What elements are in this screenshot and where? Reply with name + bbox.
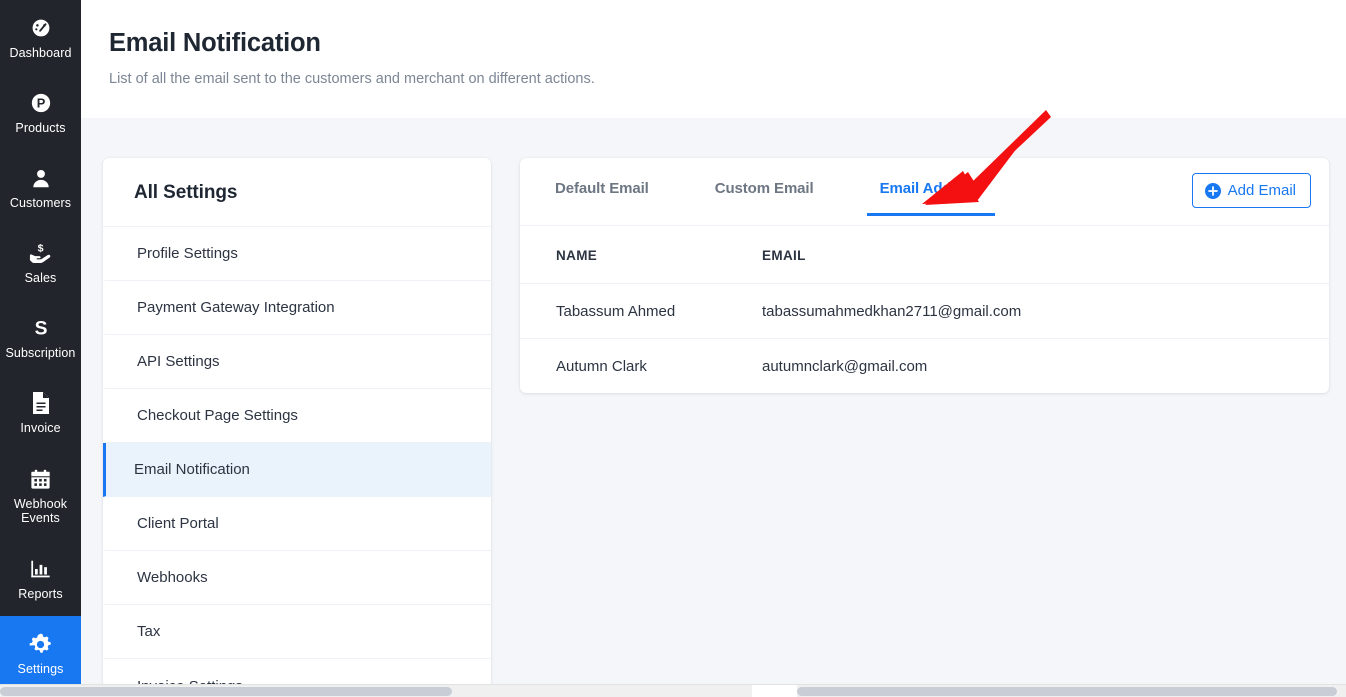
svg-text:S: S bbox=[34, 318, 47, 339]
page-subtitle: List of all the email sent to the custom… bbox=[109, 71, 595, 87]
sidebar-item-invoice[interactable]: Invoice bbox=[0, 375, 81, 450]
settings-item-client-portal[interactable]: Client Portal bbox=[103, 497, 491, 551]
sidebar-item-label: Settings bbox=[17, 662, 64, 676]
person-icon bbox=[28, 165, 54, 191]
calendar-icon bbox=[28, 466, 54, 492]
settings-item-api-settings[interactable]: API Settings bbox=[103, 335, 491, 389]
product-circle-p-icon: P bbox=[28, 90, 54, 116]
document-icon bbox=[28, 390, 54, 416]
column-header-email: EMAIL bbox=[762, 226, 1329, 284]
sidebar-item-label: Webhook Events bbox=[13, 497, 68, 525]
sidebar-item-label: Sales bbox=[24, 271, 57, 285]
gear-icon bbox=[28, 631, 54, 657]
sidebar-item-label: Reports bbox=[18, 587, 63, 601]
add-email-button-label: Add Email bbox=[1227, 182, 1296, 199]
horizontal-scrollbar[interactable] bbox=[0, 684, 1346, 697]
tab-default-email[interactable]: Default Email bbox=[542, 180, 662, 216]
cell-email: tabassumahmedkhan2711@gmail.com bbox=[762, 283, 1329, 339]
page-header: Email Notification List of all the email… bbox=[81, 0, 1346, 118]
settings-item-checkout-page-settings[interactable]: Checkout Page Settings bbox=[103, 389, 491, 443]
column-header-name: NAME bbox=[520, 226, 762, 284]
sidebar-item-reports[interactable]: Reports bbox=[0, 541, 81, 616]
email-address-card: Default Email Custom Email Email Address… bbox=[520, 158, 1329, 393]
cell-name: Tabassum Ahmed bbox=[520, 283, 762, 339]
table-header-row: NAME EMAIL bbox=[520, 226, 1329, 284]
hand-holding-dollar-icon: $ bbox=[28, 240, 54, 266]
scrollbar-gap bbox=[752, 685, 797, 697]
table-row[interactable]: Tabassum Ahmed tabassumahmedkhan2711@gma… bbox=[520, 283, 1329, 339]
sidebar-item-label: Dashboard bbox=[9, 46, 72, 60]
cell-name: Autumn Clark bbox=[556, 358, 647, 375]
email-address-table: NAME EMAIL Tabassum Ahmed tabassumahmedk… bbox=[520, 226, 1329, 393]
svg-text:$: $ bbox=[38, 242, 44, 254]
sidebar-item-label: Invoice bbox=[20, 421, 61, 435]
primary-sidebar: Dashboard P Products Customers $ Sales S… bbox=[0, 0, 81, 697]
sidebar-item-label: Customers bbox=[9, 196, 72, 210]
all-settings-title: All Settings bbox=[103, 158, 491, 227]
sidebar-item-subscription[interactable]: S Subscription bbox=[0, 300, 81, 375]
tab-custom-email[interactable]: Custom Email bbox=[702, 180, 827, 216]
scrollbar-thumb-right[interactable] bbox=[797, 687, 1337, 696]
sidebar-item-customers[interactable]: Customers bbox=[0, 150, 81, 225]
sidebar-item-settings[interactable]: Settings bbox=[0, 616, 81, 691]
cell-email: autumnclark@gmail.com bbox=[762, 358, 928, 375]
app-root: Dashboard P Products Customers $ Sales S… bbox=[0, 0, 1346, 697]
sidebar-item-label: Subscription bbox=[5, 346, 76, 360]
content-area: Email Notification List of all the email… bbox=[81, 0, 1346, 697]
settings-item-profile-settings[interactable]: Profile Settings bbox=[103, 227, 491, 281]
settings-item-email-notification[interactable]: Email Notification bbox=[103, 443, 491, 497]
email-tabs: Default Email Custom Email Email Address… bbox=[520, 158, 1329, 226]
workspace: All Settings Profile Settings Payment Ga… bbox=[81, 118, 1346, 697]
table-head: NAME EMAIL bbox=[520, 226, 1329, 284]
sidebar-item-products[interactable]: P Products bbox=[0, 75, 81, 150]
plus-circle-icon bbox=[1204, 182, 1221, 199]
page-title: Email Notification bbox=[109, 29, 321, 57]
tab-email-address[interactable]: Email Address bbox=[866, 180, 995, 216]
bar-chart-icon bbox=[28, 556, 54, 582]
settings-item-payment-gateway-integration[interactable]: Payment Gateway Integration bbox=[103, 281, 491, 335]
settings-item-webhooks[interactable]: Webhooks bbox=[103, 551, 491, 605]
table-body: Tabassum Ahmed tabassumahmedkhan2711@gma… bbox=[520, 283, 1329, 394]
svg-text:P: P bbox=[36, 96, 45, 111]
all-settings-list: Profile Settings Payment Gateway Integra… bbox=[103, 227, 491, 688]
all-settings-card: All Settings Profile Settings Payment Ga… bbox=[103, 158, 491, 688]
sidebar-item-sales[interactable]: $ Sales bbox=[0, 225, 81, 300]
sidebar-item-label: Products bbox=[15, 121, 66, 135]
sidebar-item-dashboard[interactable]: Dashboard bbox=[0, 0, 81, 75]
speedometer-icon bbox=[28, 15, 54, 41]
sidebar-item-webhook-events[interactable]: Webhook Events bbox=[0, 450, 81, 541]
settings-item-tax[interactable]: Tax bbox=[103, 605, 491, 659]
add-email-button[interactable]: Add Email bbox=[1191, 173, 1311, 208]
table-row[interactable]: Autumn Clark autumnclark@gmail.com bbox=[520, 339, 1329, 394]
scrollbar-thumb-left[interactable] bbox=[0, 687, 452, 696]
letter-s-icon: S bbox=[28, 315, 54, 341]
